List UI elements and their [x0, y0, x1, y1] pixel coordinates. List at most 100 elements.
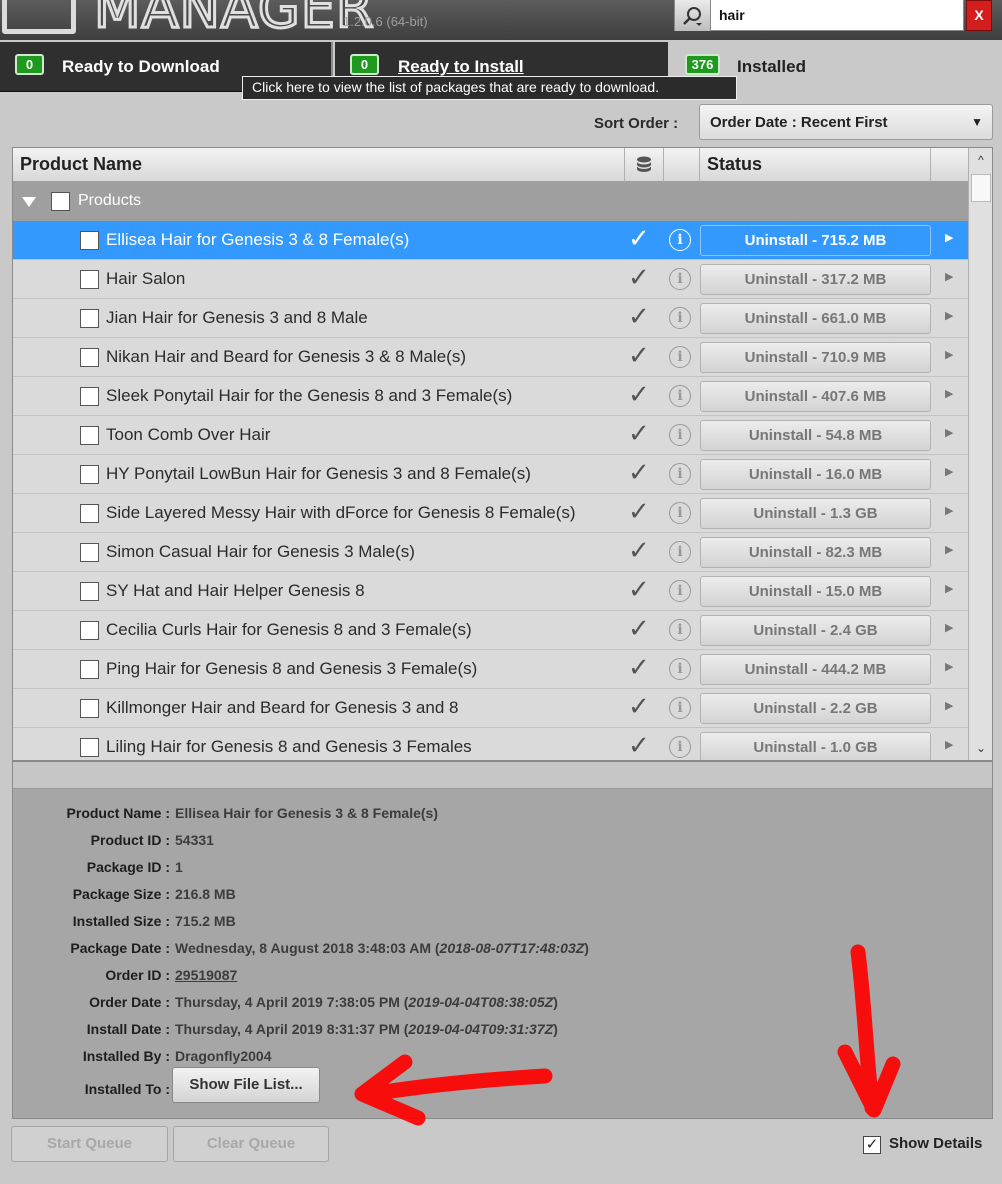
table-row[interactable]: Cecilia Curls Hair for Genesis 8 and 3 F… — [13, 611, 968, 650]
search-field[interactable]: hair — [674, 0, 964, 31]
info-icon[interactable]: i — [669, 229, 691, 251]
database-icon[interactable] — [624, 148, 664, 182]
uninstall-button[interactable]: Uninstall - 1.3 GB — [700, 498, 931, 529]
info-icon[interactable]: i — [669, 580, 691, 602]
scroll-up-icon[interactable]: ^ — [969, 148, 992, 172]
expand-arrow-icon[interactable]: ▶ — [945, 699, 953, 712]
expand-arrow-icon[interactable]: ▶ — [945, 270, 953, 283]
info-icon[interactable]: i — [669, 268, 691, 290]
row-checkbox[interactable] — [80, 270, 99, 289]
product-table: Product Name Status Products Ellisea Hai… — [12, 147, 993, 761]
show-details-checkbox[interactable]: ✓ — [863, 1136, 881, 1154]
table-row[interactable]: Side Layered Messy Hair with dForce for … — [13, 494, 968, 533]
table-row[interactable]: Hair Salon ✓ i Uninstall - 317.2 MB ▶ — [13, 260, 968, 299]
row-checkbox[interactable] — [80, 231, 99, 250]
expand-arrow-icon[interactable]: ▶ — [945, 426, 953, 439]
row-checkbox[interactable] — [80, 660, 99, 679]
uninstall-button[interactable]: Uninstall - 15.0 MB — [700, 576, 931, 607]
uninstall-button[interactable]: Uninstall - 715.2 MB — [700, 225, 931, 256]
scroll-thumb[interactable] — [971, 174, 991, 202]
table-row[interactable]: Simon Casual Hair for Genesis 3 Male(s) ✓… — [13, 533, 968, 572]
uninstall-button[interactable]: Uninstall - 444.2 MB — [700, 654, 931, 685]
table-row[interactable]: Ellisea Hair for Genesis 3 & 8 Female(s)… — [13, 221, 968, 260]
row-checkbox[interactable] — [80, 738, 99, 757]
info-icon[interactable]: i — [669, 502, 691, 524]
group-row-products[interactable]: Products — [13, 182, 968, 221]
uninstall-button[interactable]: Uninstall - 2.2 GB — [700, 693, 931, 724]
expand-arrow-icon[interactable]: ▶ — [945, 543, 953, 556]
group-checkbox[interactable] — [51, 192, 70, 211]
info-icon[interactable]: i — [669, 463, 691, 485]
info-icon[interactable]: i — [669, 541, 691, 563]
info-icon[interactable]: i — [669, 619, 691, 641]
info-icon[interactable]: i — [669, 307, 691, 329]
row-checkbox[interactable] — [80, 465, 99, 484]
expand-arrow-icon[interactable]: ▶ — [945, 309, 953, 322]
detail-installed-to: Installed To : — [13, 1081, 992, 1101]
uninstall-button[interactable]: Uninstall - 16.0 MB — [700, 459, 931, 490]
uninstall-button[interactable]: Uninstall - 317.2 MB — [700, 264, 931, 295]
clear-queue-button[interactable]: Clear Queue — [173, 1126, 329, 1162]
expand-arrow-icon[interactable]: ▶ — [945, 465, 953, 478]
info-icon[interactable]: i — [669, 424, 691, 446]
info-icon[interactable]: i — [669, 736, 691, 758]
expand-arrow-icon[interactable]: ▶ — [945, 582, 953, 595]
info-icon[interactable]: i — [669, 697, 691, 719]
scroll-down-icon[interactable]: ⌄ — [969, 736, 992, 760]
expand-arrow-icon[interactable]: ▶ — [945, 660, 953, 673]
table-row[interactable]: Sleek Ponytail Hair for the Genesis 8 an… — [13, 377, 968, 416]
info-icon[interactable]: i — [669, 658, 691, 680]
uninstall-button[interactable]: Uninstall - 407.6 MB — [700, 381, 931, 412]
order-id-link[interactable]: 29519087 — [175, 967, 237, 983]
table-row[interactable]: Nikan Hair and Beard for Genesis 3 & 8 M… — [13, 338, 968, 377]
sort-order-value: Order Date : Recent First — [710, 114, 888, 131]
row-checkbox[interactable] — [80, 543, 99, 562]
row-checkbox[interactable] — [80, 426, 99, 445]
info-icon[interactable]: i — [669, 346, 691, 368]
app-header: MANAGER 1.2.0.6 (64-bit) hair X — [0, 0, 1002, 42]
expand-arrow-icon[interactable]: ▶ — [945, 348, 953, 361]
start-queue-button[interactable]: Start Queue — [11, 1126, 168, 1162]
table-row[interactable]: Liling Hair for Genesis 8 and Genesis 3 … — [13, 728, 968, 760]
column-header-status[interactable]: Status — [707, 154, 762, 175]
expand-arrow-icon[interactable]: ▶ — [945, 231, 953, 244]
info-icon[interactable]: i — [669, 385, 691, 407]
row-checkbox[interactable] — [80, 504, 99, 523]
uninstall-button[interactable]: Uninstall - 82.3 MB — [700, 537, 931, 568]
table-row[interactable]: Ping Hair for Genesis 8 and Genesis 3 Fe… — [13, 650, 968, 689]
expand-arrow-icon[interactable]: ▶ — [945, 387, 953, 400]
row-checkbox[interactable] — [80, 387, 99, 406]
search-input[interactable]: hair — [719, 7, 745, 23]
uninstall-button[interactable]: Uninstall - 2.4 GB — [700, 615, 931, 646]
table-row[interactable]: Killmonger Hair and Beard for Genesis 3 … — [13, 689, 968, 728]
product-name: Side Layered Messy Hair with dForce for … — [106, 503, 576, 522]
column-header-product-name[interactable]: Product Name — [20, 154, 142, 175]
app-version: 1.2.0.6 (64-bit) — [343, 14, 428, 29]
expand-triangle-icon[interactable] — [22, 197, 36, 207]
table-scrollbar[interactable]: ^ ⌄ — [968, 148, 992, 760]
search-icon[interactable] — [675, 0, 711, 31]
uninstall-button[interactable]: Uninstall - 661.0 MB — [700, 303, 931, 334]
expand-arrow-icon[interactable]: ▶ — [945, 621, 953, 634]
uninstall-button[interactable]: Uninstall - 54.8 MB — [700, 420, 931, 451]
expand-arrow-icon[interactable]: ▶ — [945, 504, 953, 517]
detail-label: Package ID : — [86, 859, 170, 875]
table-row[interactable]: Toon Comb Over Hair ✓ i Uninstall - 54.8 MB… — [13, 416, 968, 455]
row-checkbox[interactable] — [80, 309, 99, 328]
clear-search-button[interactable]: X — [966, 0, 992, 31]
table-header: Product Name Status — [13, 148, 968, 182]
expand-arrow-icon[interactable]: ▶ — [945, 738, 953, 751]
row-checkbox[interactable] — [80, 582, 99, 601]
row-checkbox[interactable] — [80, 348, 99, 367]
uninstall-button[interactable]: Uninstall - 1.0 GB — [700, 732, 931, 760]
table-row[interactable]: Jian Hair for Genesis 3 and 8 Male ✓ i Unin… — [13, 299, 968, 338]
detail-label: Product Name : — [66, 805, 170, 821]
show-file-list-button[interactable]: Show File List... — [172, 1067, 320, 1103]
table-row[interactable]: SY Hat and Hair Helper Genesis 8 ✓ i Uninst… — [13, 572, 968, 611]
sort-order-select[interactable]: Order Date : Recent First ▼ — [699, 104, 993, 140]
show-details-label[interactable]: Show Details — [889, 1135, 982, 1152]
table-row[interactable]: HY Ponytail LowBun Hair for Genesis 3 an… — [13, 455, 968, 494]
uninstall-button[interactable]: Uninstall - 710.9 MB — [700, 342, 931, 373]
row-checkbox[interactable] — [80, 699, 99, 718]
row-checkbox[interactable] — [80, 621, 99, 640]
